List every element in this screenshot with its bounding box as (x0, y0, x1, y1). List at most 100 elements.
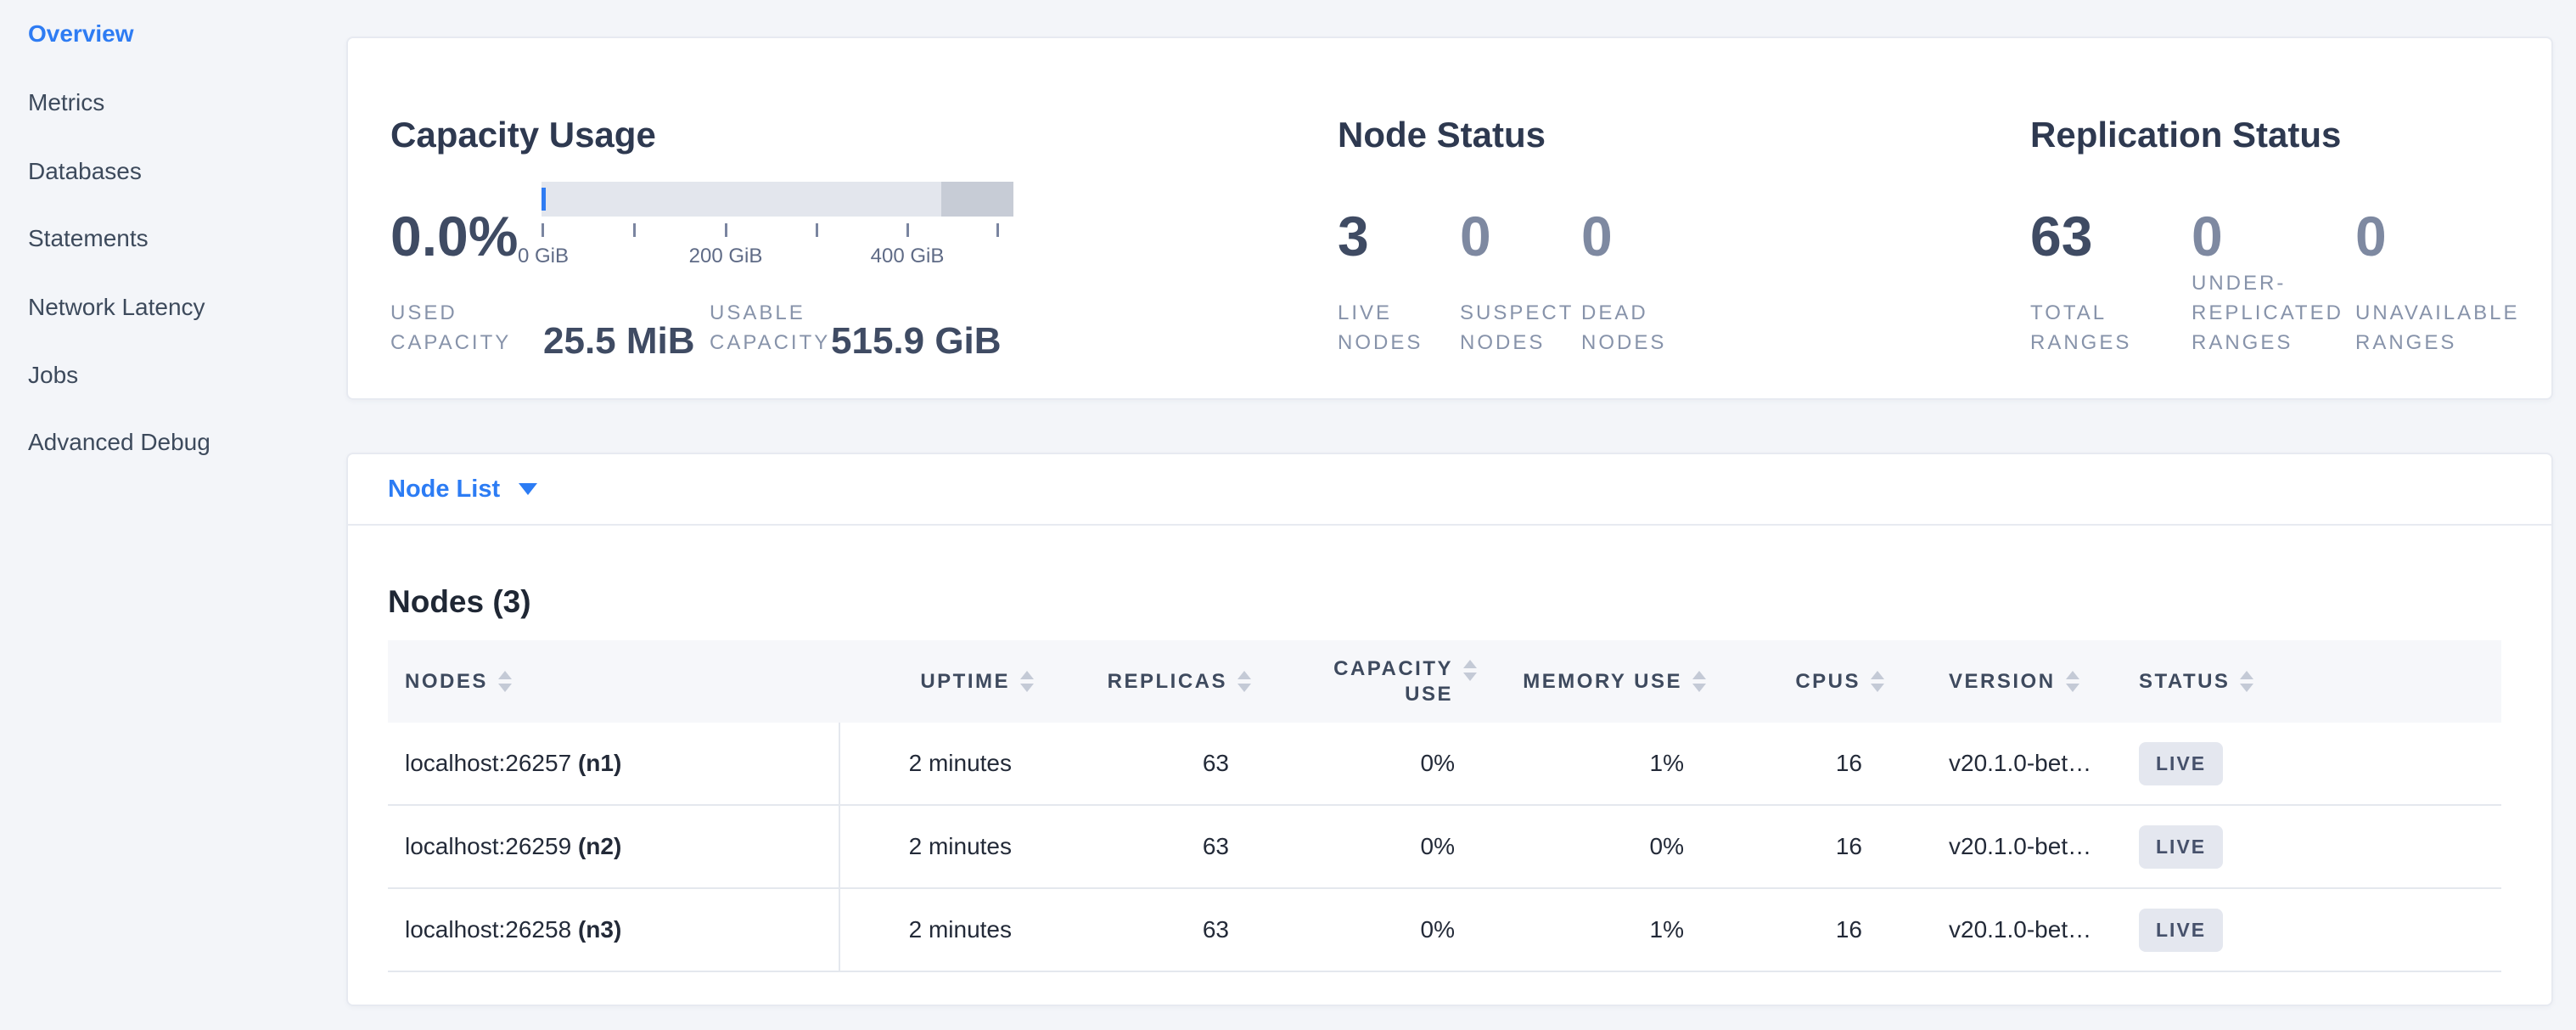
node-id: (n2) (578, 833, 621, 860)
column-header-label: REPLICAS (1108, 670, 1227, 694)
cluster-overview-page: Overview Metrics Databases Statements Ne… (0, 0, 2576, 1030)
status-cell: LIVE (2130, 742, 2501, 785)
version-cell: v20.1.0-bet… (1884, 833, 2130, 860)
node-address-link[interactable]: localhost:26257 (n1) (388, 750, 839, 777)
sort-icon (1463, 660, 1477, 681)
cpus-cell: 16 (1706, 916, 1884, 943)
axis-tick-label: 200 GiB (689, 245, 763, 268)
column-header-cpus[interactable]: CPUS (1706, 670, 1884, 694)
capacity-usage-section: Capacity Usage 0.0% 0 GiB 200 GiB 400 Gi… (348, 38, 1333, 402)
used-capacity-label: USED CAPACITY (390, 298, 505, 357)
sort-icon (1871, 671, 1884, 692)
table-row-node-2: localhost:26259 (n2) 2 minutes 63 0% 0% … (388, 806, 2501, 889)
node-list-dropdown[interactable]: Node List (348, 454, 2551, 526)
sort-icon (1692, 671, 1706, 692)
usable-capacity-label: USABLE CAPACITY (710, 298, 833, 357)
live-nodes-label: LIVE NODES (1338, 298, 1431, 357)
status-cell: LIVE (2130, 909, 2501, 952)
replicas-cell: 63 (1034, 916, 1251, 943)
uptime-cell: 2 minutes (839, 916, 1034, 943)
version-cell: v20.1.0-bet… (1884, 750, 2130, 777)
under-replicated-ranges-label: UNDER-REPLICATED RANGES (2192, 268, 2349, 357)
capacity-gauge-axis (542, 223, 1013, 237)
column-header-label: MEMORY USE (1523, 670, 1682, 694)
sidebar: Overview Metrics Databases Statements Ne… (0, 0, 346, 1030)
status-badge: LIVE (2139, 909, 2223, 952)
capacity-usage-title: Capacity Usage (390, 115, 656, 155)
axis-tick-label: 0 GiB (518, 245, 569, 268)
cpus-cell: 16 (1706, 833, 1884, 860)
under-replicated-ranges-count: 0 (2192, 208, 2223, 264)
nodes-section-title: Nodes (3) (388, 584, 531, 620)
sort-icon (2240, 671, 2253, 692)
node-address-link[interactable]: localhost:26258 (n3) (388, 916, 839, 943)
column-header-label: NODES (405, 670, 488, 694)
column-header-uptime[interactable]: UPTIME (839, 670, 1034, 694)
column-header-label: VERSION (1949, 670, 2056, 694)
column-header-label: UPTIME (920, 670, 1010, 694)
sidebar-item-databases[interactable]: Databases (28, 158, 142, 185)
node-address: localhost:26258 (405, 916, 571, 943)
capacity-gauge-reserved-segment (941, 182, 1013, 217)
unavailable-ranges-label: UNAVAILABLE RANGES (2355, 298, 2538, 357)
axis-tick (725, 223, 727, 237)
total-ranges-label: TOTAL RANGES (2030, 298, 2136, 357)
axis-tick (542, 223, 544, 237)
replicas-cell: 63 (1034, 750, 1251, 777)
column-header-label: STATUS (2139, 670, 2230, 694)
sidebar-item-statements[interactable]: Statements (28, 225, 149, 252)
suspect-nodes-label: SUSPECT NODES (1460, 298, 1574, 357)
nodes-table: NODES UPTIME REPLICAS CAPACITY USE MEMOR… (388, 640, 2501, 972)
table-column-divider (839, 723, 840, 972)
column-header-version[interactable]: VERSION (1884, 670, 2130, 694)
replicas-cell: 63 (1034, 833, 1251, 860)
status-badge: LIVE (2139, 825, 2223, 869)
column-header-replicas[interactable]: REPLICAS (1034, 670, 1251, 694)
column-header-memory-use[interactable]: MEMORY USE (1477, 670, 1706, 694)
replication-status-title: Replication Status (2030, 115, 2341, 155)
column-header-label: CPUS (1795, 670, 1860, 694)
capacity-gauge-used-segment (542, 188, 546, 211)
replication-status-section: Replication Status 63 0 0 TOTAL RANGES U… (2030, 38, 2555, 402)
capacity-use-cell: 0% (1251, 750, 1477, 777)
sidebar-item-overview[interactable]: Overview (28, 20, 134, 48)
capacity-gauge-bar (542, 182, 1013, 217)
suspect-nodes-count: 0 (1460, 208, 1491, 264)
sort-icon (1020, 671, 1034, 692)
axis-tick (816, 223, 818, 237)
memory-use-cell: 1% (1477, 916, 1706, 943)
column-header-capacity-use[interactable]: CAPACITY USE (1251, 656, 1477, 707)
used-capacity-value: 25.5 MiB (543, 320, 695, 363)
node-address: localhost:26259 (405, 833, 571, 860)
sort-icon (498, 671, 512, 692)
node-id: (n1) (578, 750, 621, 777)
node-address-link[interactable]: localhost:26259 (n2) (388, 833, 839, 860)
sort-icon (1237, 671, 1251, 692)
capacity-gauge-axis-labels: 0 GiB 200 GiB 400 GiB (542, 245, 1013, 270)
node-list-dropdown-label: Node List (388, 476, 500, 504)
uptime-cell: 2 minutes (839, 750, 1034, 777)
axis-tick (906, 223, 909, 237)
capacity-use-cell: 0% (1251, 833, 1477, 860)
sidebar-item-network-latency[interactable]: Network Latency (28, 294, 205, 321)
usable-capacity-value: 515.9 GiB (831, 320, 1002, 363)
sidebar-item-jobs[interactable]: Jobs (28, 362, 78, 389)
total-ranges-count: 63 (2030, 208, 2092, 264)
chevron-down-icon (519, 483, 537, 495)
column-header-nodes[interactable]: NODES (388, 670, 839, 694)
table-row-node-3: localhost:26258 (n3) 2 minutes 63 0% 1% … (388, 889, 2501, 972)
node-list-card: Node List Nodes (3) NODES UPTIME REPLICA… (346, 453, 2553, 1006)
memory-use-cell: 1% (1477, 750, 1706, 777)
memory-use-cell: 0% (1477, 833, 1706, 860)
version-cell: v20.1.0-bet… (1884, 916, 2130, 943)
axis-tick-label: 400 GiB (871, 245, 945, 268)
node-id: (n3) (578, 916, 621, 943)
cpus-cell: 16 (1706, 750, 1884, 777)
uptime-cell: 2 minutes (839, 833, 1034, 860)
sidebar-item-advanced-debug[interactable]: Advanced Debug (28, 429, 210, 456)
sidebar-item-metrics[interactable]: Metrics (28, 89, 104, 116)
sort-icon (2066, 671, 2079, 692)
column-header-status[interactable]: STATUS (2130, 670, 2501, 694)
node-status-title: Node Status (1338, 115, 1546, 155)
node-address: localhost:26257 (405, 750, 571, 777)
